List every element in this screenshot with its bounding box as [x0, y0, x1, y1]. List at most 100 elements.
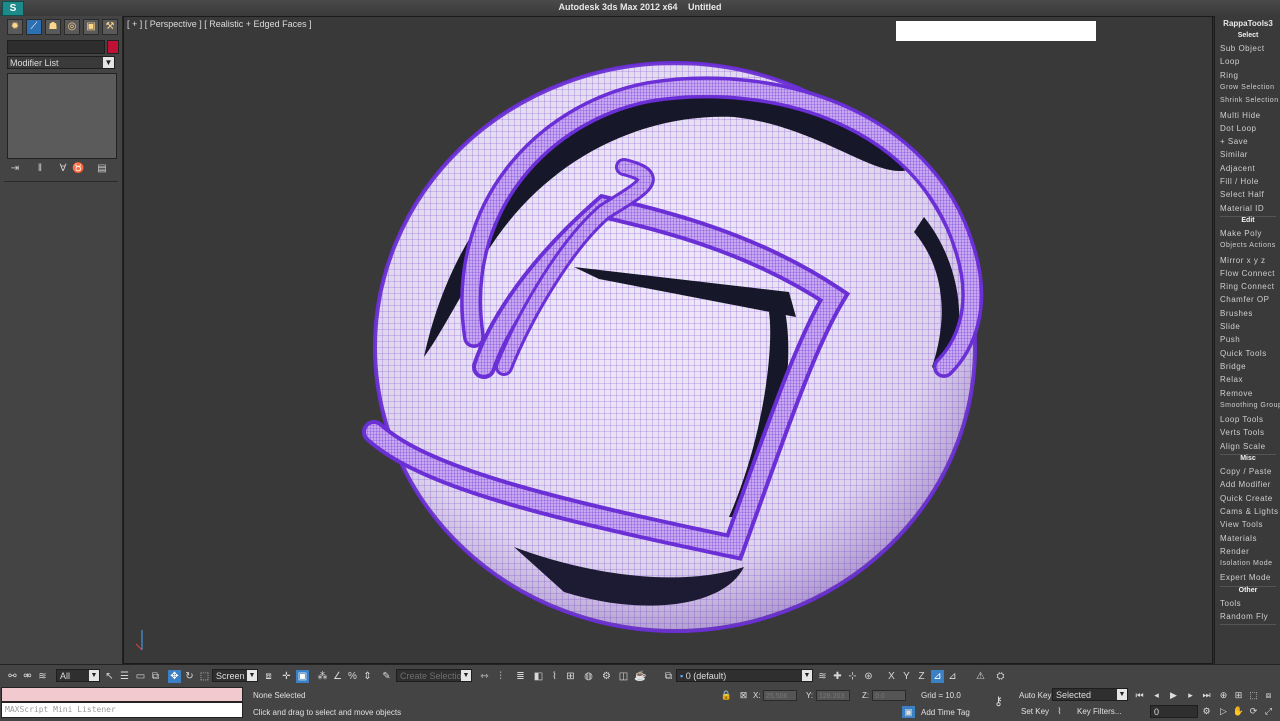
rappatools-item-render[interactable]: Render: [1220, 547, 1249, 556]
axis-xy-button[interactable]: ⊿: [931, 670, 944, 683]
axis-y-button[interactable]: Y: [900, 670, 913, 683]
hierarchy-tab-icon[interactable]: ☗: [45, 19, 61, 35]
select-by-name-icon[interactable]: ☰: [118, 670, 131, 683]
rappatools-item-grow-selection[interactable]: Grow Selection: [1220, 84, 1274, 91]
go-to-end-icon[interactable]: ⏭: [1200, 689, 1213, 701]
rappatools-item-quick-tools[interactable]: Quick Tools: [1220, 349, 1267, 358]
link-icon[interactable]: ⚯: [6, 670, 19, 683]
modify-tab-icon[interactable]: ⟋: [26, 19, 42, 35]
zoom-extents-all-icon[interactable]: ⧈: [1262, 689, 1275, 701]
rappatools-item-mirror-x-y-z[interactable]: Mirror x y z: [1220, 256, 1266, 265]
select-object-icon[interactable]: ↖: [103, 670, 116, 683]
z-coord-field[interactable]: 0.0: [872, 690, 906, 701]
time-config-icon[interactable]: ⚙: [1200, 705, 1213, 717]
set-current-layer-icon[interactable]: ⊛: [862, 670, 875, 683]
angle-snap-icon[interactable]: ∠: [331, 670, 344, 683]
maxscript-output-field[interactable]: [1, 687, 243, 702]
rappatools-item-objects-actions[interactable]: Objects Actions: [1220, 242, 1276, 249]
render-setup-icon[interactable]: ⚙: [600, 670, 613, 683]
key-filters-button[interactable]: Key Filters...: [1077, 707, 1121, 716]
mesh-render[interactable]: [124, 17, 1212, 663]
spinner-snap-icon[interactable]: ⇕: [361, 670, 374, 683]
zoom-icon[interactable]: ⊕: [1217, 689, 1230, 701]
maxscript-input-field[interactable]: MAXScript Mini Listener: [1, 702, 243, 718]
play-icon[interactable]: ▶: [1167, 689, 1180, 701]
display-tab-icon[interactable]: ▣: [83, 19, 99, 35]
rappatools-item-bridge[interactable]: Bridge: [1220, 362, 1246, 371]
previous-frame-icon[interactable]: ◂: [1150, 689, 1163, 701]
next-frame-icon[interactable]: ▸: [1184, 689, 1197, 701]
maximize-viewport-icon[interactable]: ⤢: [1262, 705, 1275, 717]
rappatools-item-slide[interactable]: Slide: [1220, 322, 1240, 331]
pin-stack-icon[interactable]: ⇥: [9, 163, 21, 175]
rappatools-item-loop-tools[interactable]: Loop Tools: [1220, 415, 1264, 424]
snaps-toggle-icon[interactable]: ⁂: [316, 670, 329, 683]
rappatools-item-quick-create[interactable]: Quick Create: [1220, 494, 1273, 503]
rappatools-item-align-scale[interactable]: Align Scale: [1220, 442, 1266, 451]
go-to-start-icon[interactable]: ⏮: [1133, 689, 1146, 701]
orbit-icon[interactable]: ⟳: [1247, 705, 1260, 717]
rappatools-item-expert-mode[interactable]: Expert Mode: [1220, 573, 1271, 582]
rappatools-item-flow-connect[interactable]: Flow Connect: [1220, 269, 1275, 278]
graphite-ribbon-icon[interactable]: ◧: [532, 670, 545, 683]
modifier-list-dropdown[interactable]: Modifier List ▼: [7, 56, 115, 69]
object-color-swatch[interactable]: [107, 40, 119, 54]
mirror-icon[interactable]: ⇿: [478, 670, 491, 683]
rappatools-item-save[interactable]: + Save: [1220, 137, 1248, 146]
named-selection-dropdown[interactable]: Create Selection Se ▼: [396, 669, 472, 682]
rappatools-item-isolation-mode[interactable]: Isolation Mode: [1220, 560, 1273, 567]
zoom-all-icon[interactable]: ⊞: [1232, 689, 1245, 701]
layer-dropdown[interactable]: ▪ 0 (default) ▼: [676, 669, 813, 682]
create-tab-icon[interactable]: ✹: [7, 19, 23, 35]
axis-constraint-icon[interactable]: ⊿: [946, 670, 959, 683]
current-frame-field[interactable]: 0: [1150, 705, 1198, 718]
utilities-tab-icon[interactable]: ⚒: [102, 19, 118, 35]
curve-editor-icon[interactable]: ⌇: [548, 670, 561, 683]
pan-icon[interactable]: ✋: [1232, 705, 1245, 717]
warning-icon[interactable]: ⚠: [974, 670, 987, 683]
add-to-layer-icon[interactable]: ✚: [831, 670, 844, 683]
perspective-viewport[interactable]: [ + ] [ Perspective ] [ Realistic + Edge…: [123, 16, 1213, 664]
make-unique-icon[interactable]: ∀: [57, 163, 69, 175]
rappatools-item-chamfer-op[interactable]: Chamfer OP: [1220, 295, 1269, 304]
rappatools-item-ring[interactable]: Ring: [1220, 71, 1238, 80]
material-editor-icon[interactable]: ◍: [582, 670, 595, 683]
rappatools-item-push[interactable]: Push: [1220, 335, 1240, 344]
edit-named-selection-icon[interactable]: ✎: [380, 670, 393, 683]
rappatools-item-material-id[interactable]: Material ID: [1220, 204, 1264, 213]
rappatools-item-random-fly[interactable]: Random Fly: [1220, 612, 1268, 621]
rappatools-item-dot-loop[interactable]: Dot Loop: [1220, 124, 1256, 133]
key-icon[interactable]: ⚷: [992, 695, 1005, 707]
schematic-view-icon[interactable]: ⊞: [564, 670, 577, 683]
auto-key-button[interactable]: Auto Key: [1019, 691, 1051, 700]
rappatools-item-select-half[interactable]: Select Half: [1220, 190, 1264, 199]
select-in-layer-icon[interactable]: ⊹: [846, 670, 859, 683]
x-coord-field[interactable]: 25.506: [763, 690, 797, 701]
rappatools-item-cams-lights[interactable]: Cams & Lights: [1220, 507, 1279, 516]
rappatools-item-shrink-selection[interactable]: Shrink Selection: [1220, 97, 1279, 104]
rappatools-item-multi-hide[interactable]: Multi Hide: [1220, 111, 1261, 120]
rappatools-item-similar[interactable]: Similar: [1220, 150, 1248, 159]
rappatools-item-fill-hole[interactable]: Fill / Hole: [1220, 177, 1259, 186]
lock-selection-icon[interactable]: 🔒: [720, 689, 733, 701]
layer-toolbar-icon[interactable]: ⧉: [662, 670, 675, 683]
axis-x-button[interactable]: X: [885, 670, 898, 683]
rappatools-item-brushes[interactable]: Brushes: [1220, 309, 1253, 318]
set-key-mode-icon[interactable]: ⌇: [1053, 705, 1066, 717]
keyboard-shortcut-override-icon[interactable]: ▣: [296, 670, 309, 683]
rappatools-item-view-tools[interactable]: View Tools: [1220, 520, 1263, 529]
y-coord-field[interactable]: 128.203: [816, 690, 850, 701]
rappatools-item-make-poly[interactable]: Make Poly: [1220, 229, 1262, 238]
preferences-icon[interactable]: ⛭: [994, 670, 1007, 683]
add-time-tag[interactable]: Add Time Tag: [921, 708, 970, 717]
rappatools-item-smoothing-groups[interactable]: Smoothing Groups: [1220, 402, 1280, 409]
configure-modifier-sets-icon[interactable]: ▤: [96, 163, 108, 175]
rappatools-item-loop[interactable]: Loop: [1220, 57, 1240, 66]
key-mode-dropdown[interactable]: Selected ▼: [1052, 688, 1128, 701]
percent-snap-icon[interactable]: %: [346, 670, 359, 683]
rappatools-item-verts-tools[interactable]: Verts Tools: [1220, 428, 1264, 437]
unlink-icon[interactable]: ⚮: [21, 670, 34, 683]
field-of-view-icon[interactable]: ▷: [1217, 705, 1230, 717]
reference-coord-dropdown[interactable]: Screen ▼: [212, 669, 258, 682]
align-icon[interactable]: ⫶: [494, 670, 507, 683]
